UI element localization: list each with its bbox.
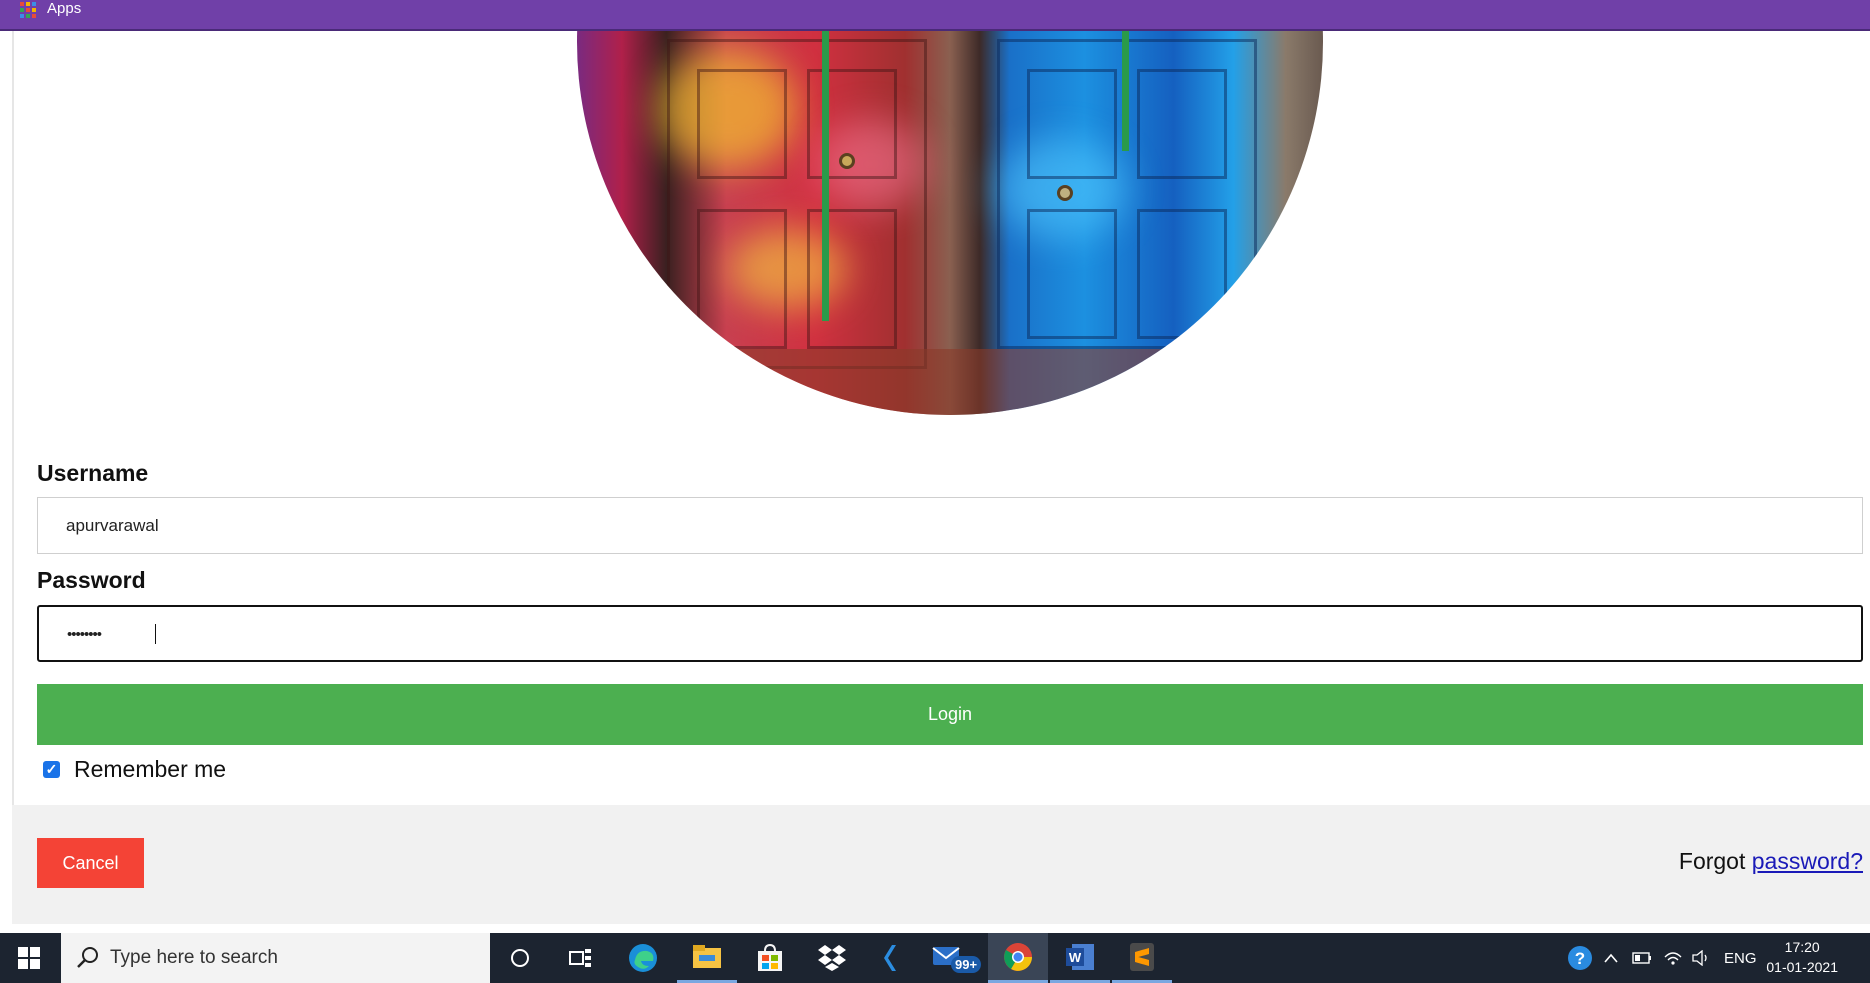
clock[interactable]: 17:20 01-01-2021 [1766,937,1838,977]
username-value: apurvarawal [66,516,159,535]
form-footer [12,805,1870,924]
password-label: Password [37,567,146,593]
search-icon [77,947,98,968]
mail-icon[interactable]: 99+ [923,933,983,983]
task-view-icon[interactable] [550,933,610,983]
dropbox-icon[interactable] [802,933,862,983]
remember-checkbox[interactable]: ✓ [43,761,60,778]
cortana-icon[interactable] [490,933,550,983]
password-input[interactable]: •••••••• [37,605,1863,662]
clock-date: 01-01-2021 [1766,959,1838,975]
remember-label[interactable]: Remember me [74,756,226,783]
edge-icon[interactable] [613,933,673,983]
chrome-icon[interactable] [988,933,1048,983]
password-value: •••••••• [67,626,102,643]
remember-me[interactable]: ✓ Remember me [43,756,226,783]
text-caret [155,624,156,644]
volume-icon[interactable] [1691,933,1711,983]
file-explorer-icon[interactable] [677,933,737,983]
store-icon[interactable] [740,933,800,983]
chevron-up-icon[interactable] [1603,933,1619,983]
clock-time: 17:20 [1784,939,1820,955]
username-input[interactable]: apurvarawal [37,497,1863,554]
forgot-password-link[interactable]: password? [1752,848,1863,874]
apps-grid-icon[interactable] [20,2,36,18]
battery-icon[interactable] [1632,933,1652,983]
forgot-text: Forgot [1678,848,1746,874]
language-indicator[interactable]: ENG [1724,933,1757,983]
forgot-password: Forgot password? [1679,848,1863,875]
visual-studio-icon[interactable] [862,933,922,983]
taskbar-search[interactable]: Type here to search [61,933,490,983]
wifi-icon[interactable] [1663,933,1683,983]
windows-start-icon[interactable] [18,947,40,969]
sublime-icon[interactable] [1112,933,1172,983]
avatar-image [577,31,1323,415]
page-border [12,31,14,924]
taskbar: Type here to search 99+ W ? ENG 17:20 01… [0,933,1870,983]
search-placeholder: Type here to search [110,947,278,968]
mail-badge: 99+ [951,956,982,973]
login-button[interactable]: Login [37,684,1863,745]
apps-label[interactable]: Apps [47,0,81,18]
svg-text:W: W [1069,950,1082,965]
painted-doors-image [577,31,1323,415]
cancel-button[interactable]: Cancel [37,838,144,888]
svg-text:?: ? [1575,949,1585,968]
help-icon[interactable]: ? [1566,933,1594,983]
bookmarks-bar: Apps [0,0,1870,31]
username-label: Username [37,460,149,486]
word-icon[interactable]: W [1050,933,1110,983]
